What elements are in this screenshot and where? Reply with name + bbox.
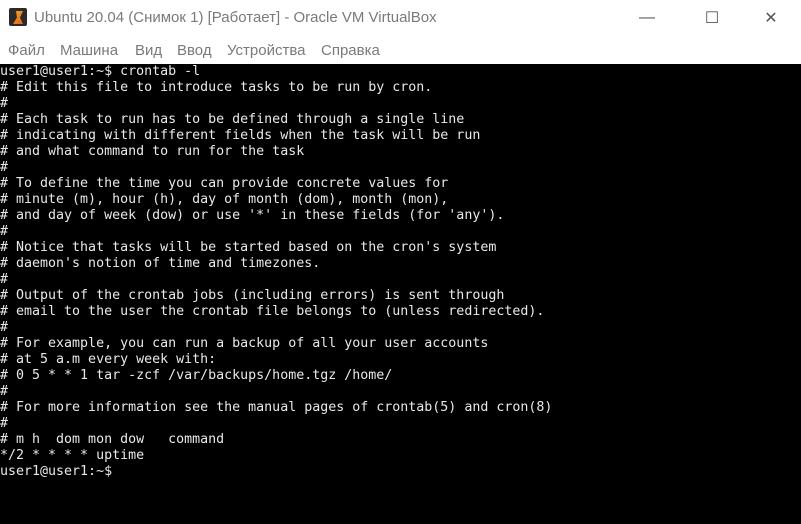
terminal-line: # [0,96,9,111]
terminal-line: # [0,416,9,431]
terminal-line: # indicating with different fields when … [0,128,481,143]
terminal-line: user1@user1:~$ crontab -l [0,64,201,79]
menu-file[interactable]: Файл [8,42,45,59]
terminal-line: # [0,272,9,287]
minimize-button[interactable]: — [624,0,670,36]
terminal-line: # To define the time you can provide con… [0,176,449,191]
close-button[interactable]: ✕ [748,0,794,36]
terminal-line: # [0,320,9,335]
terminal-line: # m h dom mon dow command [0,432,225,447]
terminal-line: # email to the user the crontab file bel… [0,304,545,319]
terminal-line: # For more information see the manual pa… [0,400,553,415]
terminal-line: # Output of the crontab jobs (including … [0,288,505,303]
terminal-line: # Edit this file to introduce tasks to b… [0,80,433,95]
terminal-line: # and what command to run for the task [0,144,305,159]
terminal-line: # 0 5 * * 1 tar -zcf /var/backups/home.t… [0,368,393,383]
terminal-line: # at 5 a.m every week with: [0,352,217,367]
terminal-line: user1@user1:~$ [0,464,113,479]
terminal-line: # daemon's notion of time and timezones. [0,256,321,271]
virtualbox-icon [9,8,27,26]
terminal-line: */2 * * * * uptime [0,448,145,463]
menu-devices[interactable]: Устройства [227,42,305,59]
title-bar: Ubuntu 20.04 (Снимок 1) [Работает] - Ora… [0,0,801,36]
menu-input[interactable]: Ввод [177,42,212,59]
terminal-screen[interactable]: user1@user1:~$ crontab -l # Edit this fil… [0,64,801,524]
terminal-line: # Each task to run has to be defined thr… [0,112,465,127]
terminal-line: # [0,384,9,399]
terminal-line: # [0,160,9,175]
terminal-line: # Notice that tasks will be started base… [0,240,497,255]
menu-view[interactable]: Вид [135,42,162,59]
terminal-line: # For example, you can run a backup of a… [0,336,489,351]
menu-help[interactable]: Справка [321,42,380,59]
terminal-line: # [0,224,9,239]
maximize-button[interactable]: ☐ [689,0,735,36]
menu-bar: Файл Машина Вид Ввод Устройства Справка [0,36,801,64]
terminal-line: # and day of week (dow) or use '*' in th… [0,208,505,223]
menu-machine[interactable]: Машина [60,42,118,59]
window-title: Ubuntu 20.04 (Снимок 1) [Работает] - Ora… [34,9,437,26]
terminal-line: # minute (m), hour (h), day of month (do… [0,192,449,207]
